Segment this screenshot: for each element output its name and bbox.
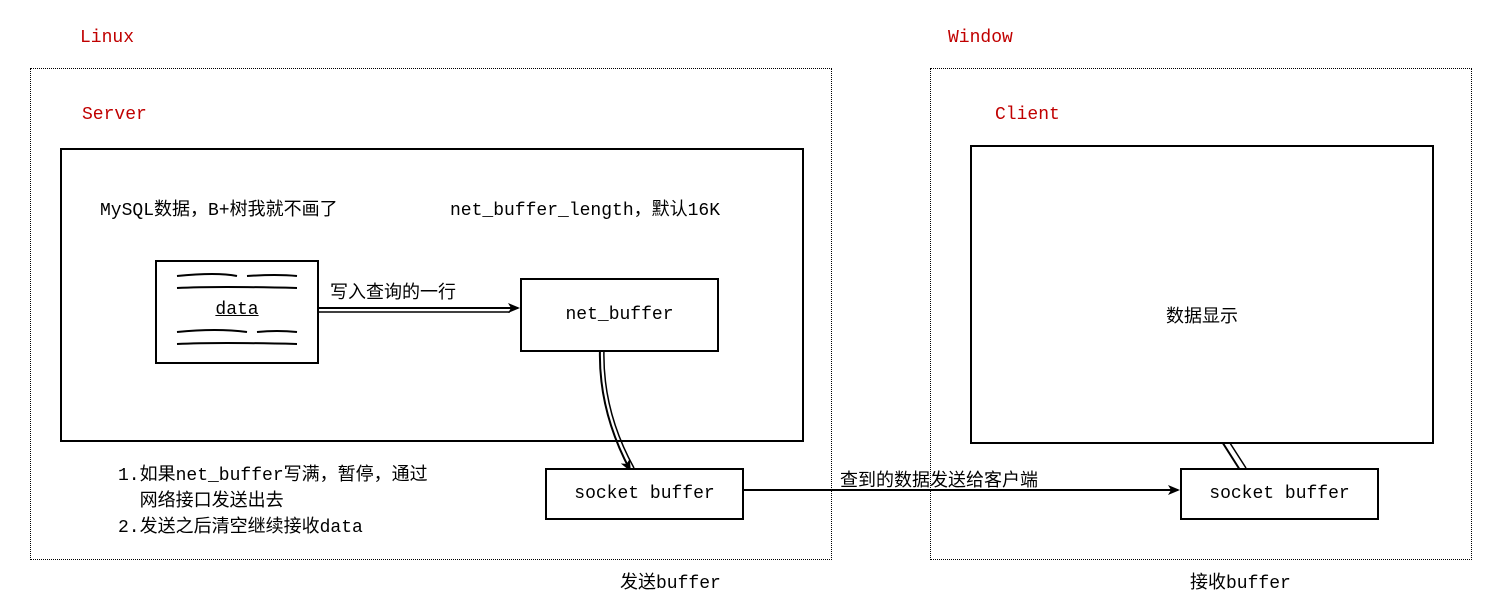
mysql-note: MySQL数据，B+树我就不画了: [100, 195, 338, 221]
server-socket-buffer-label: socket buffer: [574, 484, 714, 504]
recv-buffer-label: 接收buffer: [1190, 568, 1291, 594]
arrow-write-row-label: 写入查询的一行: [330, 278, 456, 304]
server-label: Server: [82, 105, 147, 125]
diagram-canvas: Linux Server MySQL数据，B+树我就不画了 net_buffer…: [0, 0, 1506, 612]
net-buffer-length-note: net_buffer_length，默认16K: [450, 195, 720, 221]
note-line-2: 2.发送之后清空继续接收data: [118, 512, 363, 538]
net-buffer-box-label: net_buffer: [565, 305, 673, 325]
data-box: data: [155, 260, 319, 364]
window-label: Window: [948, 28, 1013, 48]
note-line-1: 1.如果net_buffer写满，暂停，通过: [118, 460, 428, 486]
note-line-1b: 网络接口发送出去: [118, 486, 284, 512]
data-box-label: data: [157, 300, 317, 320]
send-buffer-label: 发送buffer: [620, 568, 721, 594]
client-display-text: 数据显示: [1166, 302, 1238, 328]
cross-arrow-label: 查到的数据发送给客户端: [840, 466, 1038, 492]
server-socket-buffer-box: socket buffer: [545, 468, 744, 520]
client-label: Client: [995, 105, 1060, 125]
net-buffer-box: net_buffer: [520, 278, 719, 352]
client-socket-buffer-box: socket buffer: [1180, 468, 1379, 520]
client-socket-buffer-label: socket buffer: [1209, 484, 1349, 504]
linux-label: Linux: [80, 28, 134, 48]
client-display-box: 数据显示: [970, 145, 1434, 444]
